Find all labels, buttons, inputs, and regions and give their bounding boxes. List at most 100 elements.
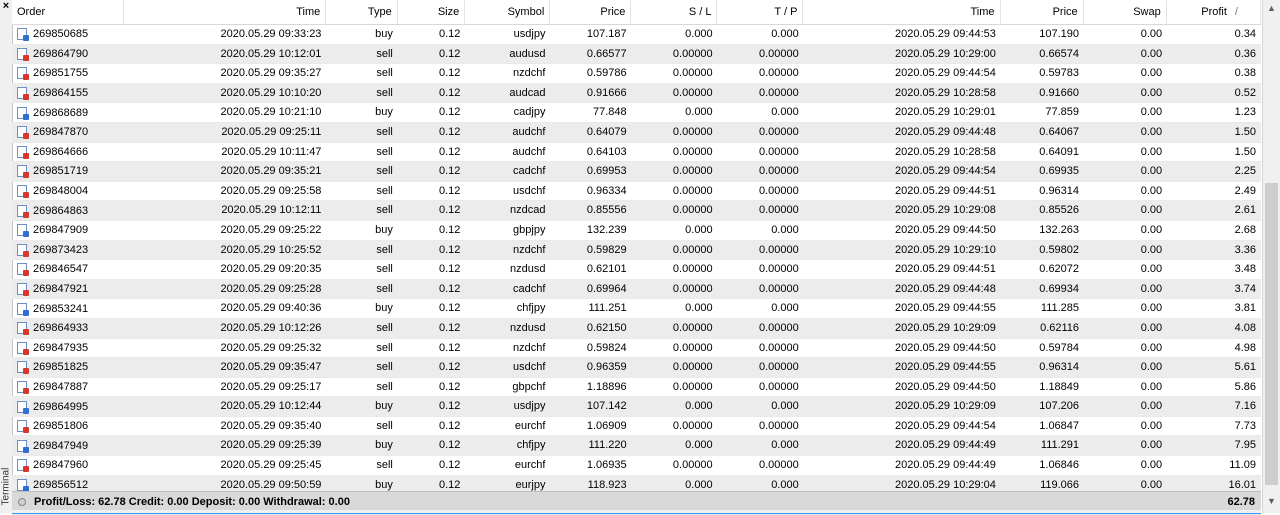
table-row[interactable]: 269873423 2020.05.29 10:25:52 sell 0.12 nzdc… xyxy=(12,240,1261,261)
order-number: 269864933 xyxy=(33,322,89,335)
table-row[interactable]: 269848004 2020.05.29 09:25:58 sell 0.12 usdc… xyxy=(12,182,1261,202)
column-header-close-price[interactable]: Price xyxy=(1001,0,1084,24)
terminal-label: Terminal xyxy=(0,467,12,506)
table-row[interactable]: 269847909 2020.05.29 09:25:22 buy 0.12 gbpjp… xyxy=(12,221,1261,241)
table-row[interactable]: 269853241 2020.05.29 09:40:36 buy 0.12 chfjp… xyxy=(12,299,1261,319)
cell-order: 269847935 xyxy=(12,339,124,358)
column-header-open-price[interactable]: Price xyxy=(550,0,632,24)
cell-stop-loss: 0.00000 xyxy=(672,321,713,334)
table-row[interactable]: 269864995 2020.05.29 10:12:44 buy 0.12 usdjp… xyxy=(12,397,1261,417)
cell-take-profit: 0.000 xyxy=(771,106,799,119)
table-body: 269850685 2020.05.29 09:33:23 buy 0.12 usdjp… xyxy=(12,25,1261,515)
column-header-order[interactable]: Order xyxy=(12,0,125,24)
order-number: 269864863 xyxy=(33,204,89,217)
cell-profit: 1.50 xyxy=(1234,125,1256,138)
cell-close-price: 0.62072 xyxy=(1039,263,1080,276)
cell-type: sell xyxy=(376,145,393,158)
order-number: 269864666 xyxy=(33,145,89,158)
column-header-open-time[interactable]: Time xyxy=(124,0,327,24)
column-header-stop-loss[interactable]: S / L xyxy=(631,0,718,24)
scroll-thumb[interactable] xyxy=(1265,183,1278,485)
cell-close-price: 1.18849 xyxy=(1039,380,1080,393)
order-number: 269847909 xyxy=(33,224,89,237)
column-header-size[interactable]: Size xyxy=(398,0,466,24)
cell-type: sell xyxy=(376,380,393,393)
cell-swap: 0.00 xyxy=(1140,439,1163,452)
table-row[interactable]: 269851825 2020.05.29 09:35:47 sell 0.12 usdc… xyxy=(12,358,1261,378)
cell-open-time: 2020.05.29 09:35:47 xyxy=(220,361,322,374)
cell-stop-loss: 0.00000 xyxy=(672,341,713,354)
scroll-up-icon[interactable]: ▲ xyxy=(1263,0,1280,17)
cell-stop-loss: 0.00000 xyxy=(672,165,713,178)
column-header-type[interactable]: Type xyxy=(326,0,398,24)
order-number: 269851806 xyxy=(33,420,89,433)
buy-order-icon xyxy=(17,400,29,414)
cell-type: sell xyxy=(376,321,393,334)
cell-close-time: 2020.05.29 09:44:54 xyxy=(894,67,996,80)
table-row[interactable]: 269847935 2020.05.29 09:25:32 sell 0.12 nzdc… xyxy=(12,339,1261,359)
cell-open-price: 0.59824 xyxy=(586,341,627,354)
cell-size: 0.12 xyxy=(438,125,461,138)
cell-take-profit: 0.000 xyxy=(771,439,799,452)
table-row[interactable]: 269864933 2020.05.29 10:12:26 sell 0.12 nzdu… xyxy=(12,318,1261,339)
cell-type: buy xyxy=(375,439,393,452)
order-number: 269864790 xyxy=(33,47,89,60)
column-header-close-time[interactable]: Time xyxy=(803,0,1001,24)
column-header-profit[interactable]: Profit / xyxy=(1166,0,1261,24)
cell-size: 0.12 xyxy=(438,459,461,472)
table-row[interactable]: 269851806 2020.05.29 09:35:40 sell 0.12 eurc… xyxy=(12,417,1261,437)
table-row[interactable]: 269851719 2020.05.29 09:35:21 sell 0.12 cadc… xyxy=(12,162,1261,182)
cell-take-profit: 0.00000 xyxy=(758,419,799,432)
column-header-swap[interactable]: Swap xyxy=(1084,0,1167,24)
scroll-down-icon[interactable]: ▼ xyxy=(1263,493,1280,510)
table-row[interactable]: 269847921 2020.05.29 09:25:28 sell 0.12 cadc… xyxy=(12,279,1261,300)
buy-order-icon xyxy=(17,478,29,492)
vertical-scrollbar[interactable]: ▲ ▼ xyxy=(1262,0,1280,513)
cell-take-profit: 0.00000 xyxy=(758,165,799,178)
buy-order-icon xyxy=(17,224,29,238)
cell-open-price: 77.848 xyxy=(592,106,627,119)
cell-take-profit: 0.00000 xyxy=(758,125,799,138)
summary-bar: Profit/Loss: 62.78 Credit: 0.00 Deposit:… xyxy=(12,491,1261,511)
cell-stop-loss: 0.00000 xyxy=(672,263,713,276)
cell-symbol: nzdusd xyxy=(509,321,546,334)
table-row[interactable]: 269847960 2020.05.29 09:25:45 sell 0.12 eurc… xyxy=(12,456,1261,476)
cell-size: 0.12 xyxy=(438,165,461,178)
cell-open-time: 2020.05.29 09:35:40 xyxy=(220,419,322,432)
cell-close-price: 1.06846 xyxy=(1039,459,1080,472)
cell-symbol: audcad xyxy=(509,86,546,99)
table-row[interactable]: 269847887 2020.05.29 09:25:17 sell 0.12 gbpc… xyxy=(12,378,1261,398)
cell-type: sell xyxy=(376,204,393,217)
order-number: 269848004 xyxy=(33,185,89,198)
table-row[interactable]: 269864790 2020.05.29 10:12:01 sell 0.12 audu… xyxy=(12,44,1261,65)
cell-stop-loss: 0.00000 xyxy=(672,67,713,80)
cell-close-price: 0.59802 xyxy=(1039,243,1080,256)
cell-symbol: nzdchf xyxy=(513,341,546,354)
close-icon[interactable]: × xyxy=(1,0,11,12)
cell-symbol: nzdcad xyxy=(509,204,546,217)
table-row[interactable]: 269847870 2020.05.29 09:25:11 sell 0.12 audc… xyxy=(12,122,1261,143)
cell-close-time: 2020.05.29 09:44:54 xyxy=(894,419,996,432)
cell-close-price: 0.85526 xyxy=(1039,204,1080,217)
order-number: 269853241 xyxy=(33,302,89,315)
table-row[interactable]: 269851755 2020.05.29 09:35:27 sell 0.12 nzdc… xyxy=(12,64,1261,84)
order-number: 269851719 xyxy=(33,165,89,178)
table-row[interactable]: 269864666 2020.05.29 10:11:47 sell 0.12 audc… xyxy=(12,143,1261,163)
table-row[interactable]: 269864155 2020.05.29 10:10:20 sell 0.12 audc… xyxy=(12,83,1261,104)
cell-take-profit: 0.00000 xyxy=(758,341,799,354)
cell-size: 0.12 xyxy=(438,184,461,197)
cell-stop-loss: 0.00000 xyxy=(672,282,713,295)
cell-order: 269864995 xyxy=(12,397,124,416)
table-row[interactable]: 269868689 2020.05.29 10:21:10 buy 0.12 cadjp… xyxy=(12,103,1261,123)
cell-open-price: 132.239 xyxy=(586,223,627,236)
column-header-symbol[interactable]: Symbol xyxy=(465,0,551,24)
table-row[interactable]: 269850685 2020.05.29 09:33:23 buy 0.12 usdjp… xyxy=(12,25,1261,45)
cell-open-price: 0.96359 xyxy=(586,361,627,374)
cell-size: 0.12 xyxy=(438,282,461,295)
cell-profit: 0.38 xyxy=(1234,67,1256,80)
cell-close-time: 2020.05.29 10:29:08 xyxy=(894,204,996,217)
table-row[interactable]: 269846547 2020.05.29 09:20:35 sell 0.12 nzdu… xyxy=(12,260,1261,280)
table-row[interactable]: 269847949 2020.05.29 09:25:39 buy 0.12 chfjp… xyxy=(12,436,1261,457)
column-header-take-profit[interactable]: T / P xyxy=(717,0,804,24)
table-row[interactable]: 269864863 2020.05.29 10:12:11 sell 0.12 nzdc… xyxy=(12,201,1261,221)
